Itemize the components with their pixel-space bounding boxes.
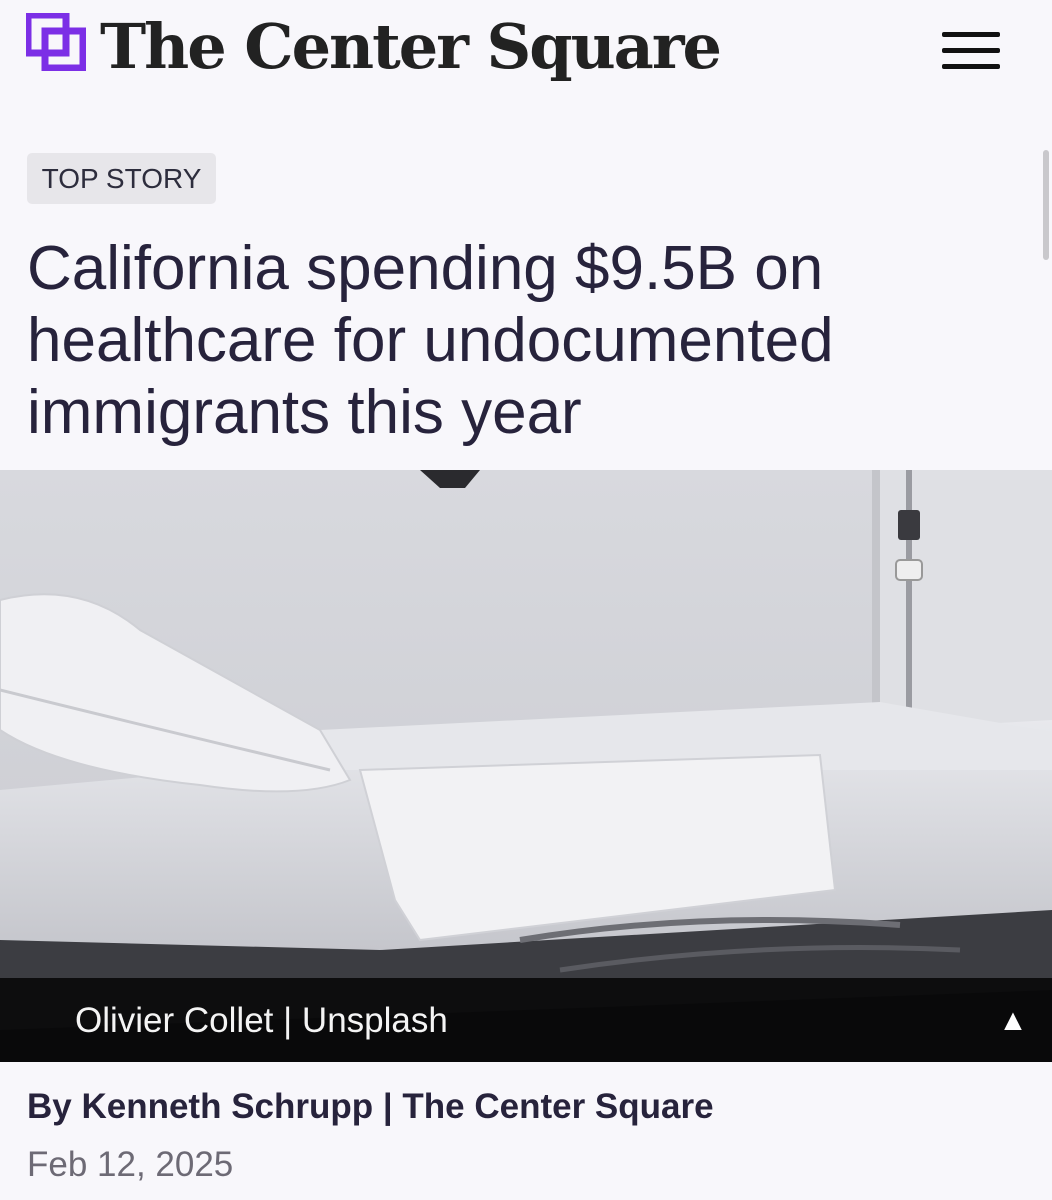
page-scrollbar[interactable] xyxy=(1043,150,1049,260)
site-header: The Center Square xyxy=(0,0,1052,105)
category-badge[interactable]: TOP STORY xyxy=(27,153,216,204)
overlapping-squares-icon[interactable] xyxy=(24,11,87,72)
caption-collapse-icon[interactable]: ▲ xyxy=(996,999,1030,1043)
photo-credit: Olivier Collet | Unsplash xyxy=(75,1001,448,1040)
article-date: Feb 12, 2025 xyxy=(27,1145,234,1184)
article-byline[interactable]: By Kenneth Schrupp | The Center Square xyxy=(27,1085,714,1129)
hamburger-menu-icon[interactable] xyxy=(938,27,1004,77)
article-headline: California spending $9.5B on healthcare … xyxy=(27,234,834,447)
site-brand-name[interactable]: The Center Square xyxy=(100,2,722,92)
article-hero-photo xyxy=(0,470,1052,1062)
